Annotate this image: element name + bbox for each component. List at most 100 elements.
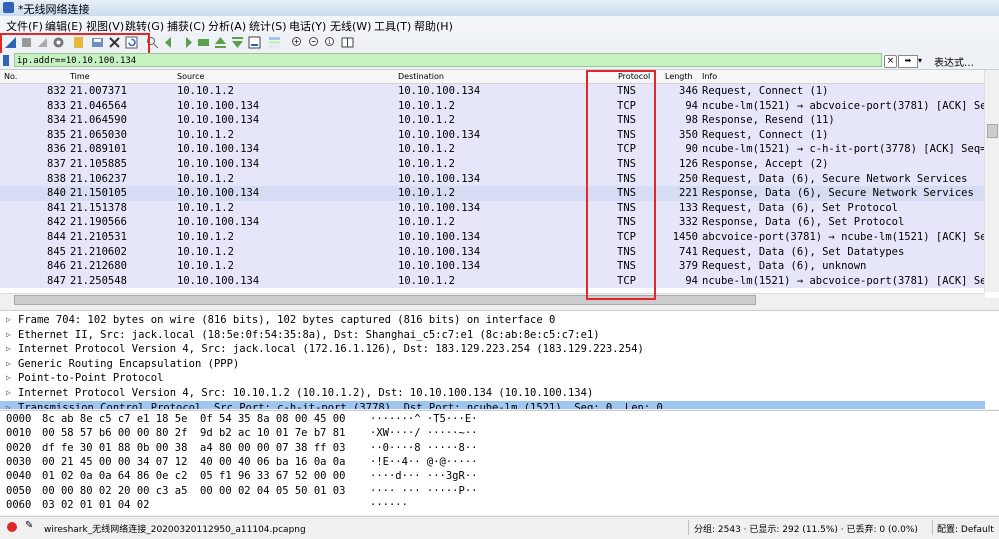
clear-filter-icon[interactable]: ×	[884, 55, 897, 68]
length-cell: 350	[679, 128, 698, 141]
source-cell: 10.10.1.2	[177, 172, 234, 185]
edit-comment-icon[interactable]: ✎	[25, 520, 33, 531]
packet-list[interactable]: No. Time Source Destination Protocol Len…	[0, 69, 999, 305]
time-cell: 21.210602	[70, 245, 127, 258]
menu-go[interactable]: 跳转(G)	[125, 18, 164, 34]
hex-bytes: df fe 30 01 88 0b 00 38 a4 80 00 00 07 3…	[42, 441, 346, 454]
menu-view[interactable]: 视图(V)	[86, 18, 124, 34]
menu-tools[interactable]: 工具(T)	[374, 18, 411, 34]
detail-tree-item[interactable]: ▷ Generic Routing Encapsulation (PPP)	[0, 357, 985, 372]
packet-row[interactable]: 832 21.007371 10.10.1.2 10.10.100.134 TNS 346…	[0, 84, 985, 99]
hex-row[interactable]: 0060 03 02 01 01 04 02 ······	[0, 498, 999, 512]
detail-text: Transmission Control Protocol, Src Port:…	[18, 401, 663, 409]
destination-cell: 10.10.1.2	[398, 99, 455, 112]
time-cell: 21.105885	[70, 158, 127, 170]
menu-capture[interactable]: 捕获(C)	[167, 18, 205, 34]
info-cell: Request, Data (6), Set Protocol	[702, 201, 898, 214]
go-back-icon[interactable]	[164, 36, 177, 49]
packet-row[interactable]: 847 21.250548 10.10.100.134 10.10.1.2 TCP 94 n…	[0, 273, 985, 289]
resize-columns-icon[interactable]	[341, 36, 354, 49]
length-cell: 94	[685, 274, 698, 287]
packet-row[interactable]: 836 21.089101 10.10.100.134 10.10.1.2 TCP 90 n…	[0, 142, 985, 157]
packet-row[interactable]: 838 21.106237 10.10.1.2 10.10.100.134 TNS 250…	[0, 171, 985, 187]
packet-row[interactable]: 840 21.150105 10.10.100.134 10.10.1.2 TNS 221…	[0, 186, 985, 201]
hex-row[interactable]: 0050 00 00 80 02 20 00 c3 a5 00 00 02 04 …	[0, 484, 999, 498]
zoom-out-icon[interactable]	[308, 36, 321, 49]
packet-row[interactable]: 833 21.046564 10.10.100.134 10.10.1.2 TCP 94 n…	[0, 98, 985, 114]
source-cell: 10.10.100.134	[177, 143, 260, 156]
capture-file-name: wireshark_无线网络连接_20200320112950_a11104.p…	[44, 525, 306, 535]
expand-arrow-icon[interactable]: ▷	[6, 313, 11, 328]
auto-scroll-icon[interactable]	[248, 36, 261, 49]
source-cell: 10.10.100.134	[177, 216, 260, 229]
destination-cell: 10.10.1.2	[398, 158, 455, 170]
packet-row[interactable]: 844 21.210531 10.10.1.2 10.10.100.134 TCP 145…	[0, 230, 985, 245]
expert-info-icon[interactable]	[7, 522, 17, 532]
first-packet-icon[interactable]	[214, 36, 227, 49]
destination-cell: 10.10.100.134	[398, 245, 481, 258]
expression-button[interactable]: 表达式…	[934, 54, 974, 69]
length-cell: 346	[679, 85, 698, 97]
expand-arrow-icon[interactable]: ▷	[6, 357, 11, 372]
display-filter-input[interactable]: ip.addr==10.10.100.134	[14, 53, 882, 67]
packet-row[interactable]: 834 21.064590 10.10.100.134 10.10.1.2 TNS 98 R…	[0, 113, 985, 128]
detail-tree-item[interactable]: ▷ Internet Protocol Version 4, Src: 10.10…	[0, 386, 985, 401]
hex-offset: 0060	[6, 498, 32, 511]
menu-telephony[interactable]: 电话(Y)	[289, 18, 326, 34]
packet-row[interactable]: 841 21.151378 10.10.1.2 10.10.100.134 TNS 133…	[0, 200, 985, 216]
packet-row[interactable]: 846 21.212680 10.10.1.2 10.10.100.134 TNS 379…	[0, 259, 985, 274]
detail-tree-item[interactable]: ▷ Transmission Control Protocol, Src Port…	[0, 400, 985, 409]
column-time[interactable]: Time	[70, 72, 90, 81]
profile-status[interactable]: 配置: Default	[937, 522, 994, 535]
expand-arrow-icon[interactable]: ▷	[6, 386, 11, 401]
detail-tree-item[interactable]: ▷ Ethernet II, Src: jack.local (18:5e:0f:…	[0, 328, 985, 343]
length-cell: 379	[679, 260, 698, 273]
detail-tree-item[interactable]: ▷ Point-to-Point Protocol	[0, 371, 985, 386]
detail-tree-item[interactable]: ▷ Internet Protocol Version 4, Src: jack.…	[0, 342, 985, 357]
packet-row[interactable]: 842 21.190566 10.10.100.134 10.10.1.2 TNS 332…	[0, 215, 985, 230]
length-cell: 1450	[672, 231, 698, 243]
go-to-packet-icon[interactable]	[197, 36, 210, 49]
column-length[interactable]: Length	[665, 72, 693, 81]
normal-size-icon[interactable]: 1	[324, 36, 337, 49]
packet-list-hscrollbar[interactable]	[0, 293, 985, 305]
expand-arrow-icon[interactable]: ▷	[6, 328, 11, 343]
scroll-thumb[interactable]	[987, 124, 998, 138]
hex-ascii: ·!E··4·· @·@·····	[370, 455, 478, 468]
zoom-in-icon[interactable]	[291, 36, 304, 49]
column-destination[interactable]: Destination	[398, 72, 444, 81]
packet-list-scrollbar[interactable]	[984, 70, 999, 292]
colorize-icon[interactable]	[268, 36, 281, 49]
menu-help[interactable]: 帮助(H)	[414, 18, 453, 34]
packet-row[interactable]: 837 21.105885 10.10.100.134 10.10.1.2 TNS 126…	[0, 157, 985, 172]
menu-file[interactable]: 文件(F)	[6, 18, 43, 34]
expand-arrow-icon[interactable]: ▷	[6, 342, 11, 357]
packet-details[interactable]: ▷ Frame 704: 102 bytes on wire (816 bits)…	[0, 310, 999, 409]
packet-row[interactable]: 835 21.065030 10.10.1.2 10.10.100.134 TNS 350…	[0, 127, 985, 143]
apply-filter-icon[interactable]: ➡	[898, 55, 918, 68]
column-info[interactable]: Info	[702, 72, 717, 81]
last-packet-icon[interactable]	[231, 36, 244, 49]
bookmark-icon[interactable]	[3, 55, 9, 66]
detail-tree-item[interactable]: ▷ Frame 704: 102 bytes on wire (816 bits)…	[0, 313, 985, 328]
hex-row[interactable]: 0000 8c ab 8e c5 c7 e1 18 5e 0f 54 35 8a …	[0, 412, 999, 426]
hex-row[interactable]: 0040 01 02 0a 0a 64 86 0e c2 05 f1 96 33 …	[0, 469, 999, 483]
menu-wireless[interactable]: 无线(W)	[330, 18, 371, 34]
expand-arrow-icon[interactable]: ▷	[6, 371, 11, 386]
column-no[interactable]: No.	[4, 72, 17, 81]
menu-statistics[interactable]: 统计(S)	[249, 18, 287, 34]
hex-row[interactable]: 0010 00 58 57 b6 00 00 80 2f 9d b2 ac 10 …	[0, 426, 999, 440]
column-source[interactable]: Source	[177, 72, 204, 81]
menu-analyze[interactable]: 分析(A)	[208, 18, 246, 34]
hex-row[interactable]: 0020 df fe 30 01 88 0b 00 38 a4 80 00 00 …	[0, 441, 999, 455]
no-cell: 840	[47, 187, 66, 200]
packet-bytes[interactable]: 0000 8c ab 8e c5 c7 e1 18 5e 0f 54 35 8a …	[0, 410, 999, 515]
svg-text:1: 1	[328, 39, 332, 46]
no-cell: 834	[47, 114, 66, 127]
menu-edit[interactable]: 编辑(E)	[45, 18, 83, 34]
hex-row[interactable]: 0030 00 21 45 00 00 34 07 12 40 00 40 06 …	[0, 455, 999, 469]
filter-history-icon[interactable]: ▾	[918, 55, 928, 66]
go-forward-icon[interactable]	[180, 36, 193, 49]
packet-row[interactable]: 845 21.210602 10.10.1.2 10.10.100.134 TNS 741…	[0, 244, 985, 260]
expand-arrow-icon[interactable]: ▷	[6, 401, 11, 409]
